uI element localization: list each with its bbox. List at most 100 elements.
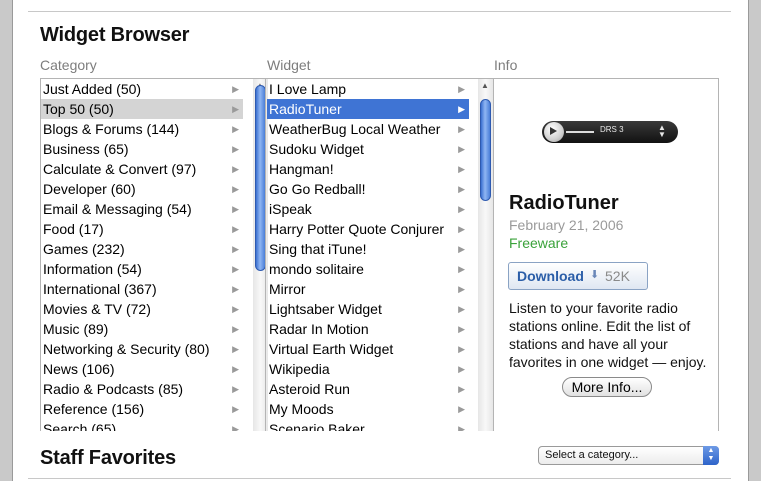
widget-name: RadioTuner — [509, 192, 619, 214]
category-item[interactable]: Food (17) ▶ — [41, 219, 243, 239]
disclosure-arrow-icon: ▶ — [458, 104, 465, 114]
category-column-header: Category — [40, 57, 97, 73]
category-item-label: Reference (156) — [43, 401, 145, 417]
category-item-label: Games (232) — [43, 241, 125, 257]
disclosure-arrow-icon: ▶ — [458, 424, 465, 431]
player-station-label: DRS 3 — [600, 125, 624, 134]
widget-item[interactable]: Sudoku Widget ▶ — [267, 139, 469, 159]
widget-item[interactable]: iSpeak ▶ — [267, 199, 469, 219]
widget-browser: Just Added (50) ▶ Top 50 (50) ▶ Blogs & Foru… — [40, 78, 719, 431]
widget-item-label: Asteroid Run — [269, 381, 350, 397]
widget-item[interactable]: Mirror ▶ — [267, 279, 469, 299]
disclosure-arrow-icon: ▶ — [232, 264, 239, 274]
disclosure-arrow-icon: ▶ — [232, 404, 239, 414]
widget-item-label: Mirror — [269, 281, 306, 297]
disclosure-arrow-icon: ▶ — [458, 124, 465, 134]
category-select[interactable]: Select a category... ▲ ▼ — [538, 446, 719, 465]
widget-item[interactable]: Go Go Redball! ▶ — [267, 179, 469, 199]
widget-scrollbar[interactable]: ▲ — [478, 79, 493, 431]
disclosure-arrow-icon: ▶ — [232, 164, 239, 174]
widget-description: Listen to your favorite radio stations o… — [509, 300, 707, 370]
category-item[interactable]: Calculate & Convert (97) ▶ — [41, 159, 243, 179]
radio-player-preview: DRS 3 ▲ ▼ — [542, 121, 678, 143]
widget-item[interactable]: Harry Potter Quote Conjurer ▶ — [267, 219, 469, 239]
disclosure-arrow-icon: ▶ — [232, 124, 239, 134]
category-item[interactable]: Networking & Security (80) ▶ — [41, 339, 243, 359]
category-item[interactable]: Email & Messaging (54) ▶ — [41, 199, 243, 219]
category-item[interactable]: Music (89) ▶ — [41, 319, 243, 339]
widget-item-label: iSpeak — [269, 201, 312, 217]
category-item-label: Information (54) — [43, 261, 142, 277]
widget-license: Freeware — [509, 235, 569, 251]
disclosure-arrow-icon: ▶ — [232, 244, 239, 254]
widget-item[interactable]: RadioTuner ▶ — [267, 99, 469, 119]
widget-item[interactable]: My Moods ▶ — [267, 399, 469, 419]
category-item[interactable]: Developer (60) ▶ — [41, 179, 243, 199]
widget-list: I Love Lamp ▶ RadioTuner ▶ WeatherBug Local … — [267, 79, 470, 431]
category-item-label: Top 50 (50) — [43, 101, 114, 117]
widget-item[interactable]: Lightsaber Widget ▶ — [267, 299, 469, 319]
disclosure-arrow-icon: ▶ — [232, 84, 239, 94]
widget-scroll-thumb[interactable] — [480, 99, 491, 201]
category-item[interactable]: Just Added (50) ▶ — [41, 79, 243, 99]
widget-item-label: Wikipedia — [269, 361, 330, 377]
widget-item[interactable]: Scenario Baker ▶ — [267, 419, 469, 431]
widget-item[interactable]: mondo solitaire ▶ — [267, 259, 469, 279]
widget-item-label: Radar In Motion — [269, 321, 369, 337]
disclosure-arrow-icon: ▶ — [458, 344, 465, 354]
widget-item[interactable]: Radar In Motion ▶ — [267, 319, 469, 339]
more-info-button[interactable]: More Info... — [562, 377, 652, 397]
scroll-up-icon[interactable]: ▲ — [481, 81, 489, 90]
category-item[interactable]: News (106) ▶ — [41, 359, 243, 379]
player-track — [566, 131, 594, 133]
category-item[interactable]: Blogs & Forums (144) ▶ — [41, 119, 243, 139]
disclosure-arrow-icon: ▶ — [458, 84, 465, 94]
select-stepper-icon: ▲ ▼ — [703, 446, 719, 465]
category-item-label: Business (65) — [43, 141, 129, 157]
category-item-label: Email & Messaging (54) — [43, 201, 192, 217]
category-item[interactable]: Reference (156) ▶ — [41, 399, 243, 419]
category-item-label: Developer (60) — [43, 181, 136, 197]
category-item-label: Search (65) — [43, 421, 117, 431]
disclosure-arrow-icon: ▶ — [232, 284, 239, 294]
widget-item-label: Hangman! — [269, 161, 334, 177]
category-item[interactable]: Business (65) ▶ — [41, 139, 243, 159]
widget-item[interactable]: Hangman! ▶ — [267, 159, 469, 179]
category-item[interactable]: Movies & TV (72) ▶ — [41, 299, 243, 319]
widget-date: February 21, 2006 — [509, 217, 624, 233]
widget-item-label: RadioTuner — [269, 101, 342, 117]
disclosure-arrow-icon: ▶ — [232, 344, 239, 354]
disclosure-arrow-icon: ▶ — [458, 144, 465, 154]
widget-item-label: Lightsaber Widget — [269, 301, 382, 317]
widget-item[interactable]: Wikipedia ▶ — [267, 359, 469, 379]
play-icon — [550, 127, 557, 135]
category-item[interactable]: Games (232) ▶ — [41, 239, 243, 259]
disclosure-arrow-icon: ▶ — [458, 204, 465, 214]
category-item[interactable]: International (367) ▶ — [41, 279, 243, 299]
widget-item[interactable]: Asteroid Run ▶ — [267, 379, 469, 399]
category-item[interactable]: Information (54) ▶ — [41, 259, 243, 279]
disclosure-arrow-icon: ▶ — [458, 224, 465, 234]
widget-item-label: My Moods — [269, 401, 334, 417]
category-item-label: International (367) — [43, 281, 157, 297]
category-item[interactable]: Search (65) ▶ — [41, 419, 243, 431]
column-divider — [265, 79, 266, 431]
category-select-value: Select a category... — [545, 449, 639, 461]
category-item-label: Networking & Security (80) — [43, 341, 210, 357]
widget-item-label: Scenario Baker — [269, 421, 365, 431]
category-item[interactable]: Radio & Podcasts (85) ▶ — [41, 379, 243, 399]
widget-item[interactable]: WeatherBug Local Weather ▶ — [267, 119, 469, 139]
disclosure-arrow-icon: ▶ — [458, 384, 465, 394]
download-size: 52K — [605, 268, 630, 284]
widget-item[interactable]: Sing that iTune! ▶ — [267, 239, 469, 259]
widget-item[interactable]: Virtual Earth Widget ▶ — [267, 339, 469, 359]
disclosure-arrow-icon: ▶ — [232, 384, 239, 394]
widget-item[interactable]: I Love Lamp ▶ — [267, 79, 469, 99]
category-item-label: Calculate & Convert (97) — [43, 161, 197, 177]
disclosure-arrow-icon: ▶ — [458, 284, 465, 294]
disclosure-arrow-icon: ▶ — [458, 324, 465, 334]
category-item[interactable]: Top 50 (50) ▶ — [41, 99, 243, 119]
info-pane: DRS 3 ▲ ▼ RadioTuner February 21, 2006 Fr… — [494, 79, 718, 431]
info-column-header: Info — [494, 57, 518, 73]
download-button[interactable]: Download ⬇ 52K — [508, 262, 648, 290]
